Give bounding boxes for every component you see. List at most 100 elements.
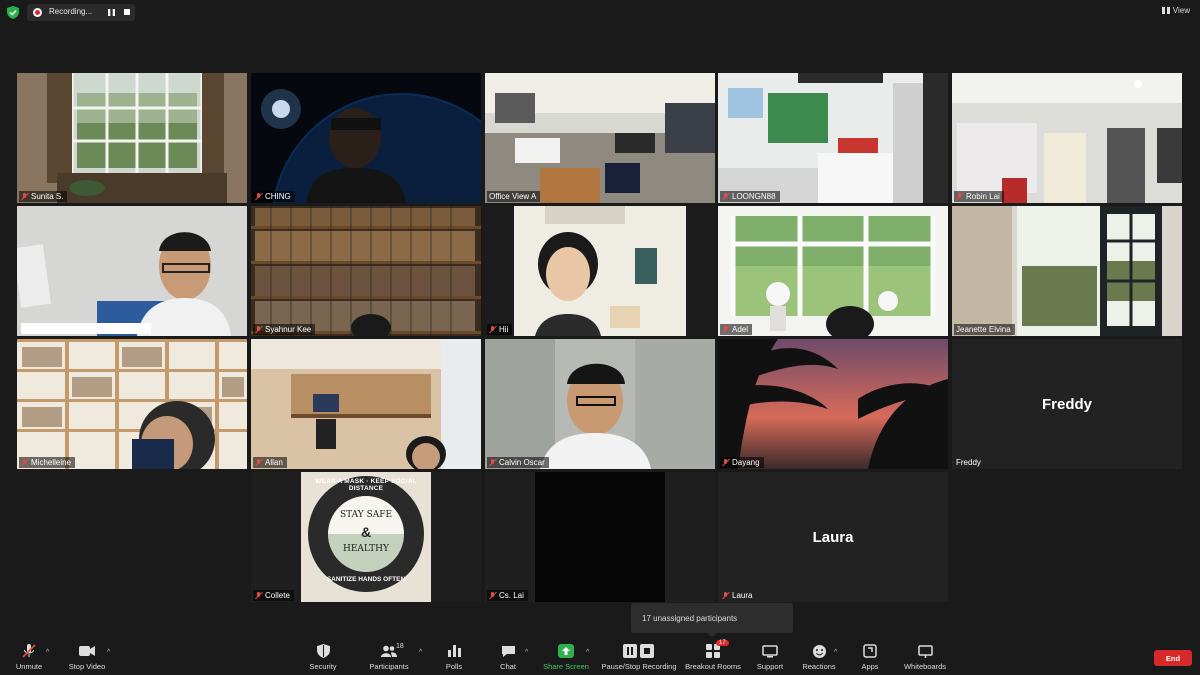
participant-name: Dayang xyxy=(732,458,760,467)
unmute-label: Unmute xyxy=(15,662,43,671)
stop-video-button[interactable]: Stop Video xyxy=(64,636,110,675)
share-options-caret-icon[interactable]: ^ xyxy=(586,649,589,656)
muted-microphone-icon xyxy=(19,642,39,660)
muted-mic-icon xyxy=(255,325,262,334)
participant-name: LOONGN88 xyxy=(732,192,776,201)
audio-options-caret-icon[interactable]: ^ xyxy=(46,649,49,656)
participants-options-caret-icon[interactable]: ^ xyxy=(419,649,422,656)
view-button[interactable]: View xyxy=(1161,6,1190,15)
pause-stop-recording-label: Pause/Stop Recording xyxy=(601,662,677,671)
video-tile[interactable]: LOONGN88 xyxy=(718,73,948,203)
participant-name-tag: Freddy xyxy=(954,457,985,468)
video-tile[interactable]: Sunita S. xyxy=(17,73,247,203)
unmute-button[interactable]: Unmute xyxy=(12,636,46,675)
participants-label: Participants xyxy=(369,662,409,671)
video-tile[interactable]: Dayang xyxy=(718,339,948,469)
video-tile[interactable]: Michelleine xyxy=(17,339,247,469)
earth-space-background xyxy=(251,73,481,203)
whiteboard-icon xyxy=(915,642,935,660)
home-office-background xyxy=(251,339,481,469)
meeting-room-scene xyxy=(952,73,1182,203)
poster-bottom-arc-text: SANITIZE HANDS OFTEN xyxy=(326,576,406,583)
participant-name: Cs. Lai xyxy=(499,591,524,600)
whiteboards-label: Whiteboards xyxy=(903,662,947,671)
video-tile[interactable]: Jeanette Elvina xyxy=(952,206,1182,336)
video-tile[interactable]: Syahnur Kee xyxy=(251,206,481,336)
whiteboards-button[interactable]: Whiteboards xyxy=(902,636,948,675)
reactions-button[interactable]: Reactions xyxy=(802,636,836,675)
pause-stop-recording-button[interactable]: Pause/Stop Recording xyxy=(600,636,678,675)
video-tile-camera-off[interactable]: Freddy Freddy xyxy=(952,339,1182,469)
apps-button[interactable]: Apps xyxy=(856,636,884,675)
participant-name-tag: Cs. Lai xyxy=(487,590,528,601)
muted-mic-icon xyxy=(489,325,496,334)
video-tile[interactable]: Robin Lai xyxy=(952,73,1182,203)
polls-button[interactable]: Polls xyxy=(440,636,468,675)
reactions-smiley-icon xyxy=(809,642,829,660)
breakout-rooms-badge: 17 xyxy=(716,640,729,646)
video-tile-active-speaker[interactable] xyxy=(17,206,247,336)
chat-options-caret-icon[interactable]: ^ xyxy=(525,649,528,656)
shield-check-icon[interactable] xyxy=(7,6,19,19)
reactions-options-caret-icon[interactable]: ^ xyxy=(834,649,837,656)
participant-name: Robin Lai xyxy=(966,192,1000,201)
sunset-palm-background xyxy=(718,339,948,469)
participant-name: Freddy xyxy=(956,458,981,467)
grid-view-icon xyxy=(1161,7,1170,14)
participant-name: Office View A xyxy=(489,192,537,201)
participant-name: Syahnur Kee xyxy=(265,325,312,334)
recording-indicator: Recording... xyxy=(27,4,135,21)
participant-name-tag: Dayang xyxy=(720,457,764,468)
participants-button[interactable]: 18 Participants xyxy=(367,636,411,675)
share-screen-arrow-icon xyxy=(556,642,576,660)
study-scene xyxy=(485,206,715,336)
video-tile[interactable]: Hii xyxy=(485,206,715,336)
video-tile[interactable]: Office View A xyxy=(485,73,715,203)
pause-icon[interactable] xyxy=(108,9,115,16)
muted-mic-icon xyxy=(956,192,963,201)
participant-name-tag: Hii xyxy=(487,324,513,335)
video-tile[interactable]: CHING xyxy=(251,73,481,203)
breakout-rooms-button[interactable]: 17 Breakout Rooms xyxy=(684,636,742,675)
poster-center-line-1: STAY SAFE xyxy=(339,510,393,520)
video-options-caret-icon[interactable]: ^ xyxy=(107,649,110,656)
participant-display-name: Laura xyxy=(812,528,854,546)
muted-mic-icon xyxy=(255,458,262,467)
security-button[interactable]: Security xyxy=(306,636,340,675)
participant-name: CHING xyxy=(265,192,291,201)
office-scene xyxy=(485,73,715,203)
share-screen-button[interactable]: Share Screen xyxy=(540,636,592,675)
end-meeting-button[interactable]: End xyxy=(1154,650,1192,666)
poster-center-line-3: HEALTHY xyxy=(343,544,389,554)
video-tile[interactable]: Calvin Oscar xyxy=(485,339,715,469)
stop-icon[interactable] xyxy=(124,9,130,15)
participant-name-tag: Michelleine xyxy=(19,457,76,468)
participant-name: Allan xyxy=(265,458,283,467)
apps-icon xyxy=(860,642,880,660)
participant-display-name: Freddy xyxy=(1041,395,1092,413)
muted-mic-icon xyxy=(489,458,496,467)
share-screen-label: Share Screen xyxy=(543,662,589,671)
stop-video-label: Stop Video xyxy=(68,662,106,671)
muted-mic-icon xyxy=(255,192,262,201)
support-button[interactable]: Support xyxy=(754,636,786,675)
participant-name: Sunita S. xyxy=(31,192,64,201)
participants-icon: 18 xyxy=(379,642,404,660)
apps-label: Apps xyxy=(861,662,879,671)
support-label: Support xyxy=(756,662,784,671)
video-camera-icon xyxy=(77,642,97,660)
video-tile[interactable]: WEAR A MASK · KEEP SOCIAL DISTANCE STAY … xyxy=(251,472,481,602)
muted-mic-icon xyxy=(722,192,729,201)
window-garden-scene xyxy=(718,206,948,336)
chat-label: Chat xyxy=(500,662,516,671)
window-room-scene xyxy=(17,73,247,203)
video-tile[interactable]: Allan xyxy=(251,339,481,469)
breakout-rooms-grid-icon: 17 xyxy=(703,640,729,660)
chat-button[interactable]: Chat xyxy=(494,636,522,675)
muted-mic-icon xyxy=(21,458,28,467)
video-tile[interactable]: Cs. Lai xyxy=(485,472,715,602)
muted-mic-icon xyxy=(722,591,729,600)
video-tile-camera-off[interactable]: Laura Laura xyxy=(718,472,948,602)
polls-label: Polls xyxy=(445,662,463,671)
video-tile[interactable]: Adel xyxy=(718,206,948,336)
